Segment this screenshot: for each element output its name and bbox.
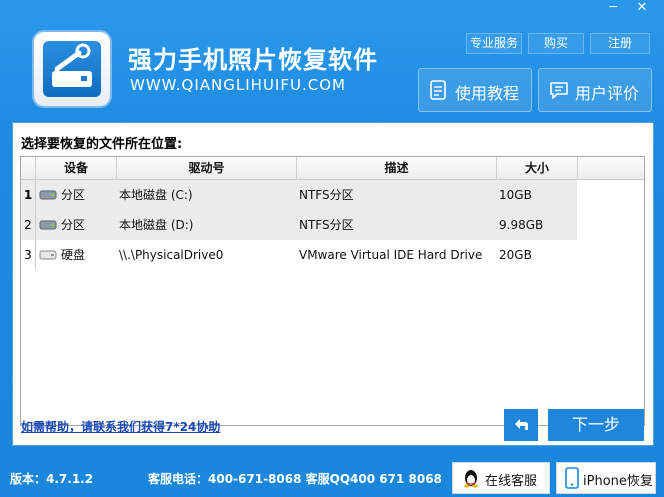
cell-size: 20GB — [499, 248, 532, 262]
back-button[interactable] — [504, 409, 538, 441]
back-arrow-icon — [515, 419, 528, 430]
cell-size: 10GB — [499, 188, 532, 202]
table-row[interactable]: 1 分区 本地磁盘 (C:) NTFS分区 10GB — [21, 180, 577, 210]
app-url: WWW.QIANGLIHUIFU.COM — [130, 76, 346, 94]
comment-icon — [550, 82, 568, 99]
cell-device: 分区 — [61, 218, 86, 232]
row-number: 3 — [21, 240, 36, 270]
cell-description: NTFS分区 — [299, 218, 354, 232]
main-panel: 选择要恢复的文件所在位置: 设备 驱动号 描述 大小 1 分区 本地磁盘 (C:… — [12, 122, 654, 446]
phone-icon — [565, 467, 579, 489]
hard-disk-icon — [39, 250, 57, 260]
qq-penguin-icon — [464, 470, 478, 488]
app-window: ─ ✕ 强力手机照片恢复软件 WWW.QIANGLIHUIFU.COM 专业服务… — [0, 0, 664, 497]
pro-service-link[interactable]: 专业服务 — [466, 33, 522, 54]
reviews-button[interactable]: 用户评价 — [538, 68, 652, 112]
cell-description: NTFS分区 — [299, 188, 354, 202]
header-description[interactable]: 描述 — [297, 157, 497, 179]
reviews-label: 用户评价 — [575, 84, 640, 103]
online-service-label: 在线客服 — [485, 474, 538, 489]
register-link[interactable]: 注册 — [590, 33, 650, 54]
cell-size: 9.98GB — [499, 218, 544, 232]
header-num — [21, 157, 36, 179]
online-service-button[interactable]: 在线客服 — [452, 462, 550, 494]
header-size[interactable]: 大小 — [497, 157, 578, 179]
next-button[interactable]: 下一步 — [548, 409, 644, 441]
minimize-button[interactable]: ─ — [598, 0, 628, 18]
panel-title: 选择要恢复的文件所在位置: — [21, 137, 183, 152]
cell-device: 硬盘 — [61, 248, 86, 262]
cell-device: 分区 — [61, 188, 86, 202]
partition-icon — [39, 190, 57, 200]
partition-icon — [39, 220, 57, 230]
app-logo — [34, 32, 110, 106]
tutorial-button[interactable]: 使用教程 — [418, 68, 532, 112]
table-header: 设备 驱动号 描述 大小 — [21, 157, 644, 180]
header-drive[interactable]: 驱动号 — [117, 157, 297, 179]
version-text: 版本：4.7.1.2 — [10, 472, 94, 486]
cell-drive: \\.\PhysicalDrive0 — [119, 248, 224, 262]
help-link[interactable]: 如需帮助，请联系我们获得7*24协助 — [21, 418, 220, 435]
header-device[interactable]: 设备 — [36, 157, 117, 179]
cell-drive: 本地磁盘 (C:) — [119, 188, 193, 202]
cell-description: VMware Virtual IDE Hard Drive — [299, 248, 483, 262]
tutorial-label: 使用教程 — [455, 84, 520, 103]
iphone-recovery-button[interactable]: iPhone恢复 — [556, 462, 656, 494]
row-number: 2 — [21, 210, 36, 240]
close-button[interactable]: ✕ — [627, 0, 657, 18]
drive-table: 设备 驱动号 描述 大小 1 分区 本地磁盘 (C:) NTFS分区 10GB … — [20, 156, 645, 426]
contact-text: 客服电话：400-671-8068 客服QQ400 671 8068 — [148, 472, 442, 486]
table-row[interactable]: 2 分区 本地磁盘 (D:) NTFS分区 9.98GB — [21, 210, 577, 240]
cell-drive: 本地磁盘 (D:) — [119, 218, 194, 232]
row-number: 1 — [21, 180, 36, 210]
iphone-recovery-label: iPhone恢复 — [583, 474, 653, 489]
purchase-link[interactable]: 购买 — [528, 33, 584, 54]
hard-disk-wrench-icon — [52, 43, 92, 87]
document-icon — [430, 80, 446, 100]
table-row[interactable]: 3 硬盘 \\.\PhysicalDrive0 VMware Virtual I… — [21, 240, 577, 270]
app-title: 强力手机照片恢复软件 — [128, 46, 378, 74]
